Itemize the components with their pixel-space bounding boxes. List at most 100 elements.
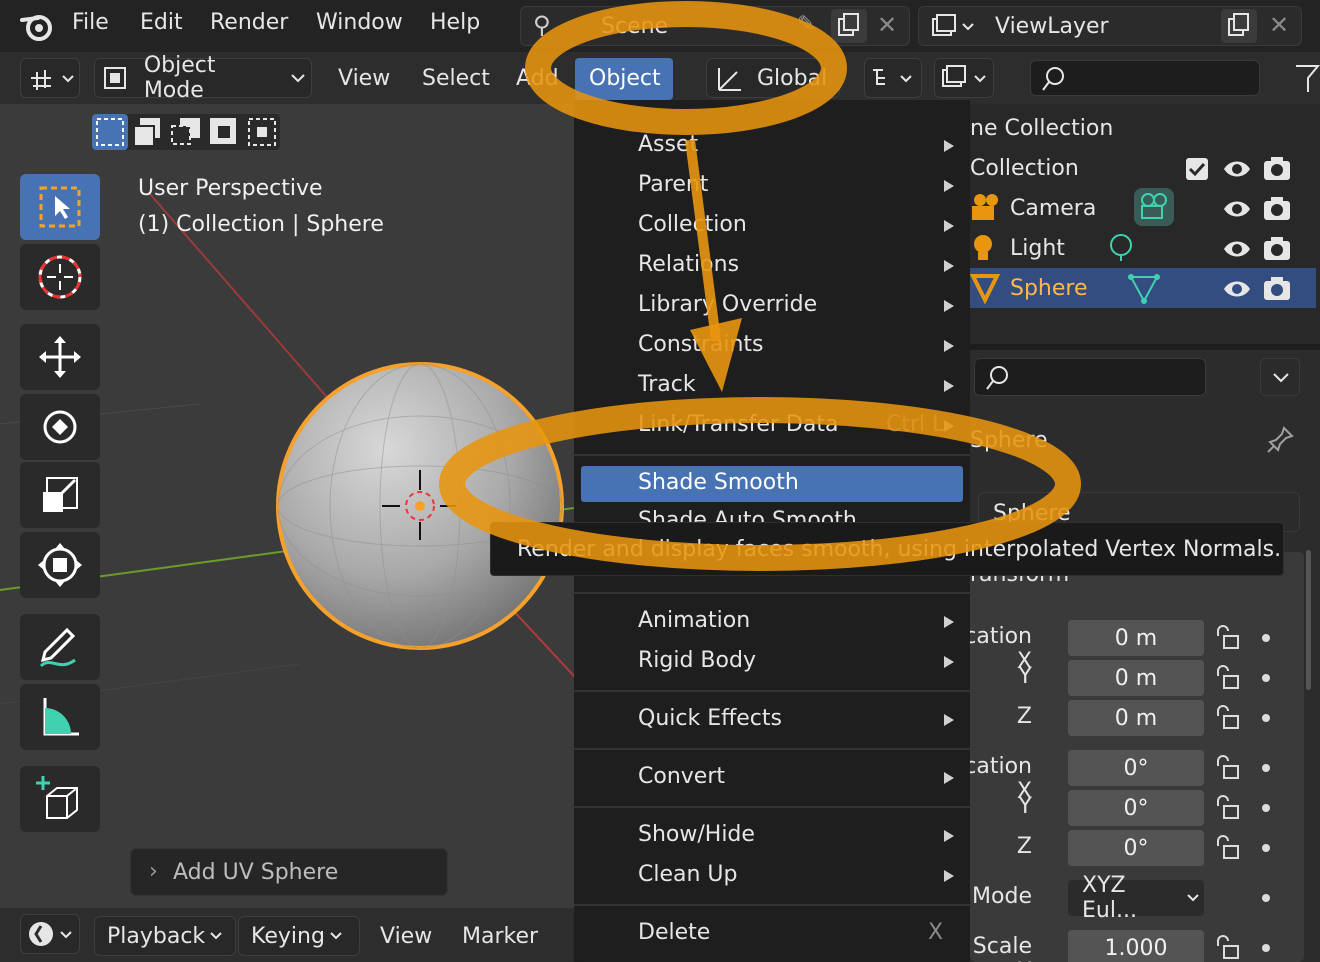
keying-dropdown[interactable]: Keying <box>238 916 360 956</box>
location-x-field[interactable]: 0 m <box>1068 620 1204 656</box>
object-mode-dropdown[interactable]: Object Mode <box>94 53 312 103</box>
camera-data-button[interactable] <box>1134 188 1174 226</box>
new-scene-button[interactable] <box>831 9 867 43</box>
filter-icon[interactable] <box>1294 62 1320 94</box>
tool-rotate[interactable] <box>20 394 100 460</box>
keyframe-dot[interactable] <box>1262 804 1270 812</box>
menu-item-show-hide[interactable]: Show/Hide <box>638 822 755 847</box>
tool-cursor[interactable] <box>20 244 100 310</box>
menu-item-convert[interactable]: Convert <box>638 764 725 789</box>
close-icon[interactable]: ✕ <box>877 11 897 39</box>
transform-orientation-dropdown[interactable]: Global <box>706 58 840 98</box>
select-intersect-button[interactable] <box>244 114 280 150</box>
properties-options-dropdown[interactable] <box>1260 358 1300 396</box>
scene-name[interactable]: Scene <box>601 14 668 39</box>
light-data-icon[interactable] <box>1106 232 1136 264</box>
tool-transform[interactable] <box>20 532 100 598</box>
menu-item-collection[interactable]: Collection <box>638 212 747 237</box>
editor-type-button[interactable] <box>20 58 80 98</box>
select-subtract-button[interactable] <box>168 114 204 150</box>
location-y-field[interactable]: 0 m <box>1068 660 1204 696</box>
camera-render-icon[interactable] <box>1262 194 1292 222</box>
menu-edit[interactable]: Edit <box>140 10 183 35</box>
scale-x-field[interactable]: 1.000 <box>1068 930 1204 962</box>
menu-select[interactable]: Select <box>422 66 490 91</box>
timeline-editor-type[interactable] <box>20 914 80 954</box>
display-mode-dropdown[interactable] <box>934 58 994 98</box>
mesh-data-icon[interactable] <box>1128 272 1160 304</box>
pin-icon[interactable] <box>1266 424 1296 454</box>
outliner-row-light[interactable]: Light <box>970 228 1316 268</box>
eye-icon[interactable] <box>1222 276 1252 302</box>
eye-icon[interactable] <box>1222 236 1252 262</box>
menu-item-shade-auto-smooth[interactable]: Shade Auto Smooth <box>574 508 970 522</box>
rotation-x-field[interactable]: 0° <box>1068 750 1204 786</box>
lock-open-icon[interactable] <box>1212 794 1242 822</box>
blender-logo-icon[interactable] <box>20 10 54 42</box>
properties-scrollbar[interactable] <box>1306 550 1311 690</box>
tool-move[interactable] <box>20 324 100 390</box>
lock-open-icon[interactable] <box>1212 754 1242 782</box>
menu-item-clean-up[interactable]: Clean Up <box>638 862 738 887</box>
last-operator-panel[interactable]: › Add UV Sphere <box>130 848 448 896</box>
checkbox-checked-icon[interactable] <box>1184 156 1210 182</box>
outliner-row-collection[interactable]: Collection <box>970 148 1316 188</box>
close-icon[interactable]: ✕ <box>1269 11 1289 39</box>
properties-search-input[interactable] <box>974 358 1206 396</box>
menu-item-parent[interactable]: Parent <box>638 172 708 197</box>
rotation-mode-dropdown[interactable]: XYZ Eul... <box>1068 873 1204 923</box>
lock-open-icon[interactable] <box>1212 934 1242 962</box>
menu-item-constraints[interactable]: Constraints <box>638 332 764 357</box>
playback-dropdown[interactable]: Playback <box>94 916 236 956</box>
keyframe-dot[interactable] <box>1262 764 1270 772</box>
rotation-z-field[interactable]: 0° <box>1068 830 1204 866</box>
lock-open-icon[interactable] <box>1212 624 1242 652</box>
outliner-search-input[interactable] <box>1030 60 1260 96</box>
menu-item-library-override[interactable]: Library Override <box>638 292 817 317</box>
tool-add-cube[interactable] <box>20 766 100 832</box>
tool-measure[interactable] <box>20 684 100 750</box>
viewlayer-name[interactable]: ViewLayer <box>995 14 1109 39</box>
outliner-row-camera[interactable]: Camera <box>970 188 1316 228</box>
menu-item-track[interactable]: Track <box>638 372 696 397</box>
camera-render-icon[interactable] <box>1262 154 1292 182</box>
lock-open-icon[interactable] <box>1212 834 1242 862</box>
viewlayer-selector[interactable]: ViewLayer ✕ <box>918 6 1302 46</box>
tool-scale[interactable] <box>20 462 100 528</box>
select-extend-button[interactable] <box>130 114 166 150</box>
menu-add[interactable]: Add <box>516 66 559 91</box>
keyframe-dot[interactable] <box>1262 634 1270 642</box>
menu-render[interactable]: Render <box>210 10 288 35</box>
keyframe-dot[interactable] <box>1262 894 1270 902</box>
menu-item-delete[interactable]: Delete <box>638 920 710 945</box>
timeline-menu-view[interactable]: View <box>380 924 432 949</box>
lock-open-icon[interactable] <box>1212 704 1242 732</box>
menu-file[interactable]: File <box>72 10 109 35</box>
camera-render-icon[interactable] <box>1262 274 1292 302</box>
new-viewlayer-button[interactable] <box>1221 9 1257 43</box>
keyframe-dot[interactable] <box>1262 944 1270 952</box>
menu-item-link-transfer-data[interactable]: Link/Transfer Data <box>638 412 838 437</box>
menu-item-rigid-body[interactable]: Rigid Body <box>638 648 756 673</box>
select-invert-button[interactable] <box>206 114 242 150</box>
menu-item-quick-effects[interactable]: Quick Effects <box>638 706 782 731</box>
timeline-menu-marker[interactable]: Marker <box>462 924 538 949</box>
tool-annotate[interactable] <box>20 614 100 680</box>
menu-item-animation[interactable]: Animation <box>638 608 750 633</box>
pin-icon[interactable]: ✎ <box>797 12 815 37</box>
menu-help[interactable]: Help <box>430 10 480 35</box>
menu-item-relations[interactable]: Relations <box>638 252 739 277</box>
eye-icon[interactable] <box>1222 156 1252 182</box>
eye-icon[interactable] <box>1222 196 1252 222</box>
menu-item-asset[interactable]: Asset <box>638 132 698 157</box>
location-z-field[interactable]: 0 m <box>1068 700 1204 736</box>
rotation-y-field[interactable]: 0° <box>1068 790 1204 826</box>
keyframe-dot[interactable] <box>1262 844 1270 852</box>
pivot-dropdown[interactable] <box>864 58 922 98</box>
menu-object[interactable]: Object <box>575 58 673 100</box>
keyframe-dot[interactable] <box>1262 674 1270 682</box>
lock-open-icon[interactable] <box>1212 664 1242 692</box>
outliner-row-sphere[interactable]: Sphere <box>970 268 1316 308</box>
menu-item-shade-smooth[interactable]: Shade Smooth <box>581 466 963 502</box>
camera-render-icon[interactable] <box>1262 234 1292 262</box>
